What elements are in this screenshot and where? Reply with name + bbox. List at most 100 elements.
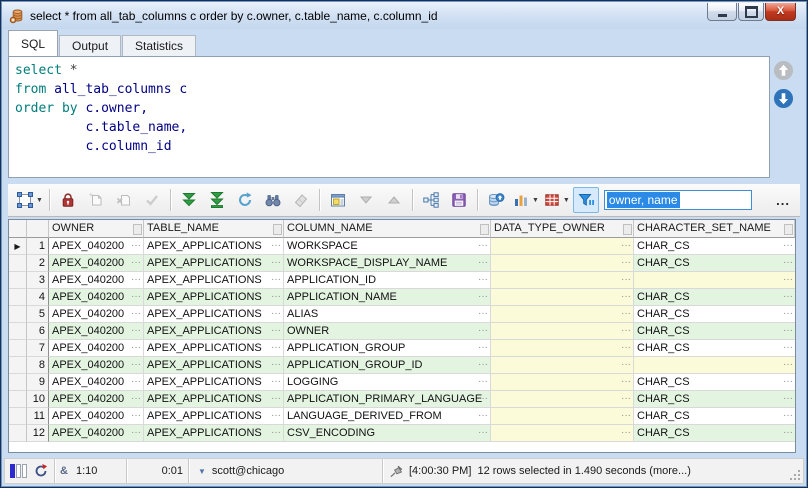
cell-table-name[interactable]: APEX_APPLICATIONS··· [144, 391, 284, 408]
cell-ellipsis-button[interactable]: ··· [131, 340, 141, 355]
filter-button[interactable] [573, 187, 599, 213]
cell-owner[interactable]: APEX_040200··· [49, 408, 144, 425]
cell-ellipsis-button[interactable]: ··· [783, 306, 793, 321]
cell-ellipsis-button[interactable]: ··· [621, 323, 631, 338]
cell-table-name[interactable]: APEX_APPLICATIONS··· [144, 340, 284, 357]
cell-ellipsis-button[interactable]: ··· [131, 255, 141, 270]
cell-ellipsis-button[interactable]: ··· [271, 340, 281, 355]
cell-owner[interactable]: APEX_040200··· [49, 340, 144, 357]
cell-ellipsis-button[interactable]: ··· [271, 238, 281, 253]
cell-ellipsis-button[interactable]: ··· [131, 357, 141, 372]
cell-ellipsis-button[interactable]: ··· [783, 391, 793, 406]
column-header-table_name[interactable]: TABLE_NAME [144, 220, 284, 238]
pivot-table-button[interactable]: ▼ [542, 187, 571, 213]
cell-character-set-name[interactable]: CHAR_CS··· [634, 425, 795, 442]
cell-owner[interactable]: APEX_040200··· [49, 425, 144, 442]
cell-ellipsis-button[interactable]: ··· [131, 323, 141, 338]
cell-ellipsis-button[interactable]: ··· [783, 374, 793, 389]
cell-ellipsis-button[interactable]: ··· [131, 272, 141, 287]
single-record-view-button[interactable] [325, 187, 351, 213]
cell-ellipsis-button[interactable]: ··· [131, 408, 141, 423]
cell-ellipsis-button[interactable]: ··· [783, 272, 793, 287]
cell-character-set-name[interactable]: ··· [634, 357, 795, 374]
layout-grid-button[interactable]: ▼ [15, 187, 44, 213]
cell-data-type-owner[interactable]: ··· [491, 357, 634, 374]
cell-character-set-name[interactable]: CHAR_CS··· [634, 255, 795, 272]
cell-ellipsis-button[interactable]: ··· [478, 357, 488, 372]
cell-table-name[interactable]: APEX_APPLICATIONS··· [144, 289, 284, 306]
cell-ellipsis-button[interactable]: ··· [621, 391, 631, 406]
cell-character-set-name[interactable]: CHAR_CS··· [634, 374, 795, 391]
cell-ellipsis-button[interactable]: ··· [783, 238, 793, 253]
column-header-data_type_owner[interactable]: DATA_TYPE_OWNER [491, 220, 634, 238]
cell-table-name[interactable]: APEX_APPLICATIONS··· [144, 374, 284, 391]
cell-table-name[interactable]: APEX_APPLICATIONS··· [144, 238, 284, 255]
cell-table-name[interactable]: APEX_APPLICATIONS··· [144, 272, 284, 289]
auto-refresh-icon[interactable] [33, 463, 49, 479]
cell-owner[interactable]: APEX_040200··· [49, 289, 144, 306]
connection-selector[interactable]: ▼ scott@chicago [189, 459, 383, 483]
cell-owner[interactable]: APEX_040200··· [49, 357, 144, 374]
cell-data-type-owner[interactable]: ··· [491, 255, 634, 272]
save-button[interactable] [446, 187, 472, 213]
cell-ellipsis-button[interactable]: ··· [621, 272, 631, 287]
cell-ellipsis-button[interactable]: ··· [131, 374, 141, 389]
filter-input[interactable]: owner, name [604, 190, 752, 210]
cell-data-type-owner[interactable]: ··· [491, 272, 634, 289]
cell-column-name[interactable]: WORKSPACE··· [284, 238, 491, 255]
minimize-button[interactable] [707, 3, 737, 21]
cell-ellipsis-button[interactable]: ··· [271, 289, 281, 304]
cell-ellipsis-button[interactable]: ··· [621, 340, 631, 355]
cell-ellipsis-button[interactable]: ··· [783, 289, 793, 304]
export-data-button[interactable] [483, 187, 509, 213]
cell-data-type-owner[interactable]: ··· [491, 289, 634, 306]
cell-character-set-name[interactable]: CHAR_CS··· [634, 289, 795, 306]
cell-owner[interactable]: APEX_040200··· [49, 391, 144, 408]
cell-ellipsis-button[interactable]: ··· [271, 408, 281, 423]
cell-ellipsis-button[interactable]: ··· [621, 408, 631, 423]
cell-ellipsis-button[interactable]: ··· [621, 289, 631, 304]
close-button[interactable]: X [765, 3, 796, 21]
cell-ellipsis-button[interactable]: ··· [131, 289, 141, 304]
cell-ellipsis-button[interactable]: ··· [783, 408, 793, 423]
cell-column-name[interactable]: LANGUAGE_DERIVED_FROM··· [284, 408, 491, 425]
cell-character-set-name[interactable]: CHAR_CS··· [634, 238, 795, 255]
cell-column-name[interactable]: APPLICATION_ID··· [284, 272, 491, 289]
fetch-next-page-button[interactable] [176, 187, 202, 213]
edit-lock-button[interactable] [55, 187, 81, 213]
cell-ellipsis-button[interactable]: ··· [783, 255, 793, 270]
tab-statistics[interactable]: Statistics [122, 35, 196, 56]
find-button[interactable] [260, 187, 286, 213]
cell-ellipsis-button[interactable]: ··· [478, 306, 488, 321]
cell-column-name[interactable]: ALIAS··· [284, 306, 491, 323]
cell-data-type-owner[interactable]: ··· [491, 238, 634, 255]
cell-column-name[interactable]: APPLICATION_NAME··· [284, 289, 491, 306]
cell-ellipsis-button[interactable]: ··· [783, 340, 793, 355]
sql-editor[interactable]: select *from all_tab_columns corder by c… [8, 56, 770, 178]
cell-character-set-name[interactable]: CHAR_CS··· [634, 391, 795, 408]
cell-ellipsis-button[interactable]: ··· [478, 289, 488, 304]
cell-ellipsis-button[interactable]: ··· [131, 391, 141, 406]
cell-ellipsis-button[interactable]: ··· [478, 272, 488, 287]
cell-ellipsis-button[interactable]: ··· [271, 306, 281, 321]
cell-owner[interactable]: APEX_040200··· [49, 306, 144, 323]
cell-column-name[interactable]: CSV_ENCODING··· [284, 425, 491, 442]
cell-ellipsis-button[interactable]: ··· [131, 306, 141, 321]
cell-character-set-name[interactable]: CHAR_CS··· [634, 323, 795, 340]
cell-column-name[interactable]: WORKSPACE_DISPLAY_NAME··· [284, 255, 491, 272]
cell-table-name[interactable]: APEX_APPLICATIONS··· [144, 306, 284, 323]
cell-character-set-name[interactable]: CHAR_CS··· [634, 340, 795, 357]
cell-data-type-owner[interactable]: ··· [491, 425, 634, 442]
cell-ellipsis-button[interactable]: ··· [478, 255, 488, 270]
chart-button[interactable]: ▼ [511, 187, 540, 213]
cell-owner[interactable]: APEX_040200··· [49, 255, 144, 272]
cell-ellipsis-button[interactable]: ··· [621, 238, 631, 253]
cell-ellipsis-button[interactable]: ··· [621, 425, 631, 440]
cell-data-type-owner[interactable]: ··· [491, 323, 634, 340]
cell-ellipsis-button[interactable]: ··· [478, 425, 488, 440]
refresh-button[interactable] [232, 187, 258, 213]
tab-sql[interactable]: SQL [8, 30, 58, 56]
cell-ellipsis-button[interactable]: ··· [783, 425, 793, 440]
cell-ellipsis-button[interactable]: ··· [621, 357, 631, 372]
cell-character-set-name[interactable]: CHAR_CS··· [634, 306, 795, 323]
